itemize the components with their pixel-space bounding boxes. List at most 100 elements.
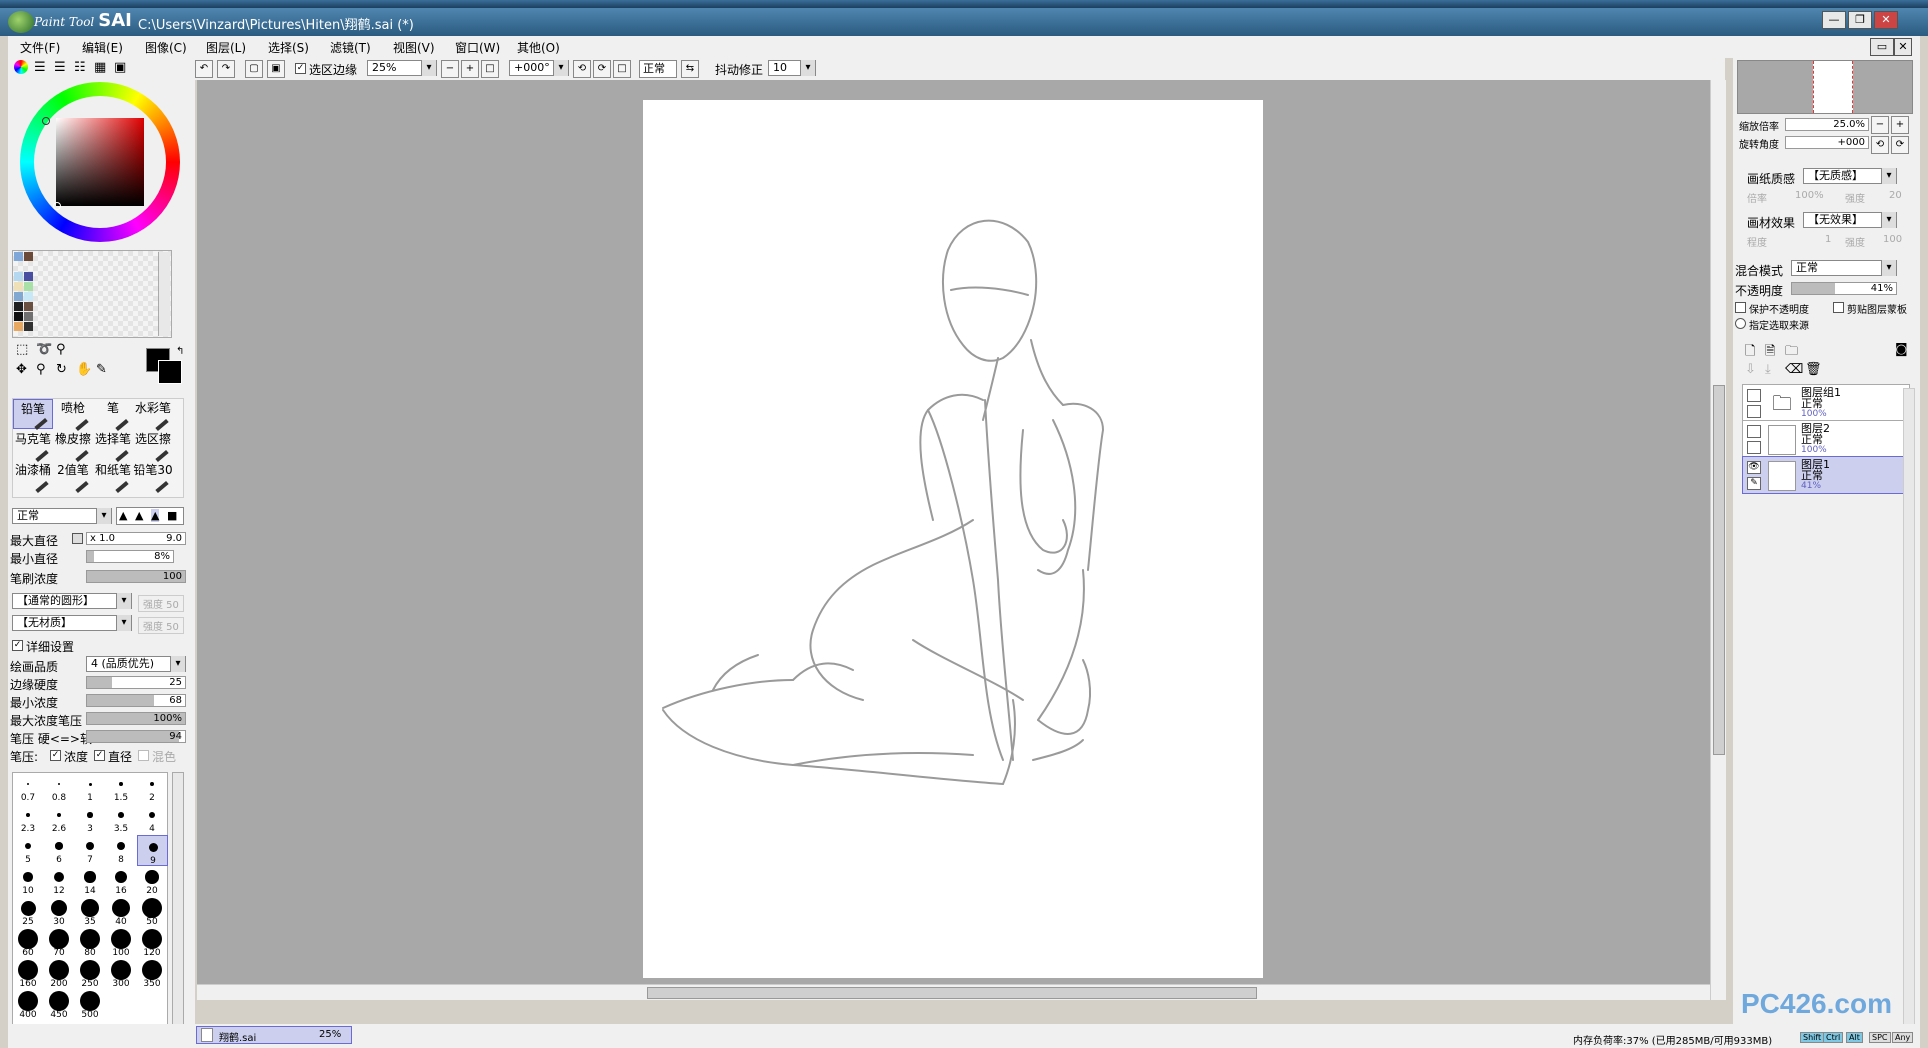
redo-icon[interactable]: ↷	[217, 60, 235, 78]
swatch[interactable]	[24, 312, 33, 321]
swatch[interactable]	[24, 322, 33, 331]
navigator-preview[interactable]	[1737, 60, 1913, 114]
close-button[interactable]: ✕	[1874, 11, 1898, 29]
paper-canvas[interactable]	[643, 100, 1263, 978]
swatch-tab-icon[interactable]: ▦	[94, 60, 106, 75]
swap-colors-icon[interactable]: ↰	[176, 346, 184, 357]
tool-watercolor[interactable]: 水彩笔	[133, 399, 173, 432]
hue-cursor[interactable]	[42, 117, 50, 125]
swatch[interactable]	[14, 312, 23, 321]
hue-wheel[interactable]	[20, 82, 180, 242]
saturation-value-square[interactable]	[56, 118, 144, 206]
layer-lock-toggle[interactable]: ✎	[1747, 477, 1761, 490]
detail-settings-checkbox[interactable]: ✓	[12, 640, 23, 651]
pressure-slider[interactable]: 94	[86, 730, 186, 743]
rotate-left-icon[interactable]: ⟲	[573, 60, 591, 78]
nav-rotate-left-icon[interactable]: ⟲	[1871, 136, 1889, 154]
brush-size-cell[interactable]: 25	[13, 897, 44, 928]
nav-zoom-slider[interactable]: 25.0%	[1785, 118, 1869, 131]
tool-airbrush[interactable]: 喷枪	[53, 399, 93, 432]
protect-opacity-checkbox[interactable]	[1735, 302, 1746, 313]
vertical-scroll-thumb[interactable]	[1713, 385, 1725, 755]
paper-effect-select[interactable]: 【无效果】	[1803, 212, 1897, 228]
menu-image[interactable]: 图像(C)	[145, 39, 187, 56]
tool-washi-pen[interactable]: 和纸笔	[93, 461, 133, 494]
canvas-area[interactable]	[197, 80, 1710, 993]
tool-pencil30[interactable]: 铅笔30	[133, 461, 173, 494]
layer-mask-icon[interactable]: ◙	[1895, 342, 1908, 357]
delete-layer-icon[interactable]: 🗑	[1805, 362, 1822, 377]
layer-lock-toggle[interactable]	[1747, 441, 1761, 454]
swatch[interactable]	[14, 322, 23, 331]
brush-size-cell[interactable]: 1.5	[106, 773, 137, 804]
rotate-right-icon[interactable]: ⟳	[593, 60, 611, 78]
menu-file[interactable]: 文件(F)	[20, 39, 60, 56]
magic-wand-icon[interactable]: ⚲	[56, 342, 66, 357]
brush-shape-buttons[interactable]: ▲ ▲ ▲ ■	[116, 507, 184, 525]
flip-icon[interactable]: ⇆	[681, 60, 699, 78]
color-wheel-tab-icon[interactable]	[14, 60, 28, 74]
undo-icon[interactable]: ↶	[195, 60, 213, 78]
tool-marker[interactable]: 马克笔	[13, 430, 53, 463]
brush-size-cell[interactable]: 160	[13, 959, 44, 990]
nav-zoom-out-icon[interactable]: −	[1871, 116, 1889, 134]
pressure-blend-checkbox[interactable]	[138, 750, 149, 761]
swatch-scrollbar[interactable]	[158, 252, 170, 336]
brush-size-cell[interactable]: 450	[44, 990, 75, 1021]
brush-size-cell[interactable]: 0.8	[44, 773, 75, 804]
brush-size-cell[interactable]: 40	[106, 897, 137, 928]
swatch[interactable]	[14, 282, 23, 291]
brush-size-cell[interactable]: 8	[106, 835, 137, 866]
brush-size-cell[interactable]: 2.6	[44, 804, 75, 835]
new-linework-layer-icon[interactable]: 🗎	[1765, 342, 1775, 364]
menu-other[interactable]: 其他(O)	[517, 39, 560, 56]
brush-size-cell[interactable]: 2	[137, 773, 168, 804]
swatch[interactable]	[24, 272, 33, 281]
tool-bucket[interactable]: 油漆桶	[13, 461, 53, 494]
min-density-slider[interactable]: 68	[86, 694, 186, 707]
brush-size-cell[interactable]: 350	[137, 959, 168, 990]
minimize-button[interactable]: —	[1822, 11, 1846, 29]
rotate-icon[interactable]: ↻	[56, 362, 67, 377]
brush-size-cell[interactable]: 500	[75, 990, 106, 1021]
pressure-diameter-checkbox[interactable]: ✓	[94, 750, 105, 761]
tool-select-pen[interactable]: 选择笔	[93, 430, 133, 463]
brush-size-cell[interactable]: 10	[13, 866, 44, 897]
tool-pencil[interactable]: 铅笔	[13, 399, 53, 431]
brush-size-cell[interactable]: 5	[13, 835, 44, 866]
layer-lock-toggle[interactable]	[1747, 405, 1761, 418]
edge-hardness-slider[interactable]: 25	[86, 676, 186, 689]
brush-size-cell[interactable]: 400	[13, 990, 44, 1021]
vertical-scrollbar[interactable]	[1710, 80, 1726, 1000]
invert-select-icon[interactable]: ▣	[267, 60, 285, 78]
diameter-lock-checkbox[interactable]	[72, 533, 83, 544]
brush-size-cell[interactable]: 30	[44, 897, 75, 928]
background-color[interactable]	[158, 360, 182, 384]
swatch[interactable]	[14, 252, 23, 261]
mixer-tab-icon[interactable]: ☷	[74, 60, 86, 75]
rotate-reset-icon[interactable]: □	[613, 60, 631, 78]
quality-select[interactable]: 4 (品质优先)	[86, 656, 186, 672]
brush-size-cell[interactable]: 200	[44, 959, 75, 990]
lasso-icon[interactable]: ➰	[36, 342, 52, 357]
brush-size-cell[interactable]: 12	[44, 866, 75, 897]
nav-rotate-right-icon[interactable]: ⟳	[1891, 136, 1909, 154]
brush-size-cell[interactable]: 35	[75, 897, 106, 928]
swatch[interactable]	[14, 272, 23, 281]
max-density-pressure-slider[interactable]: 100%	[86, 712, 186, 725]
visibility-toggle[interactable]	[1747, 425, 1761, 438]
menu-filter[interactable]: 滤镜(T)	[330, 39, 371, 56]
brush-size-cell[interactable]: 80	[75, 928, 106, 959]
color-picker-cursor[interactable]	[53, 202, 61, 210]
swatch[interactable]	[24, 292, 33, 301]
tool-binary-pen[interactable]: 2值笔	[53, 461, 93, 494]
rotation-select[interactable]: +000°	[509, 60, 569, 76]
zoom-select[interactable]: 25%	[367, 60, 437, 76]
max-diameter-slider[interactable]: x 1.0 9.0	[86, 532, 186, 545]
brush-size-cell[interactable]: 100	[106, 928, 137, 959]
brush-blend-select[interactable]: 正常	[12, 508, 112, 524]
menu-view[interactable]: 视图(V)	[393, 39, 435, 56]
brush-size-cell[interactable]: 3.5	[106, 804, 137, 835]
layer-opacity-slider[interactable]: 41%	[1791, 282, 1897, 295]
deselect-icon[interactable]: ▢	[245, 60, 263, 78]
